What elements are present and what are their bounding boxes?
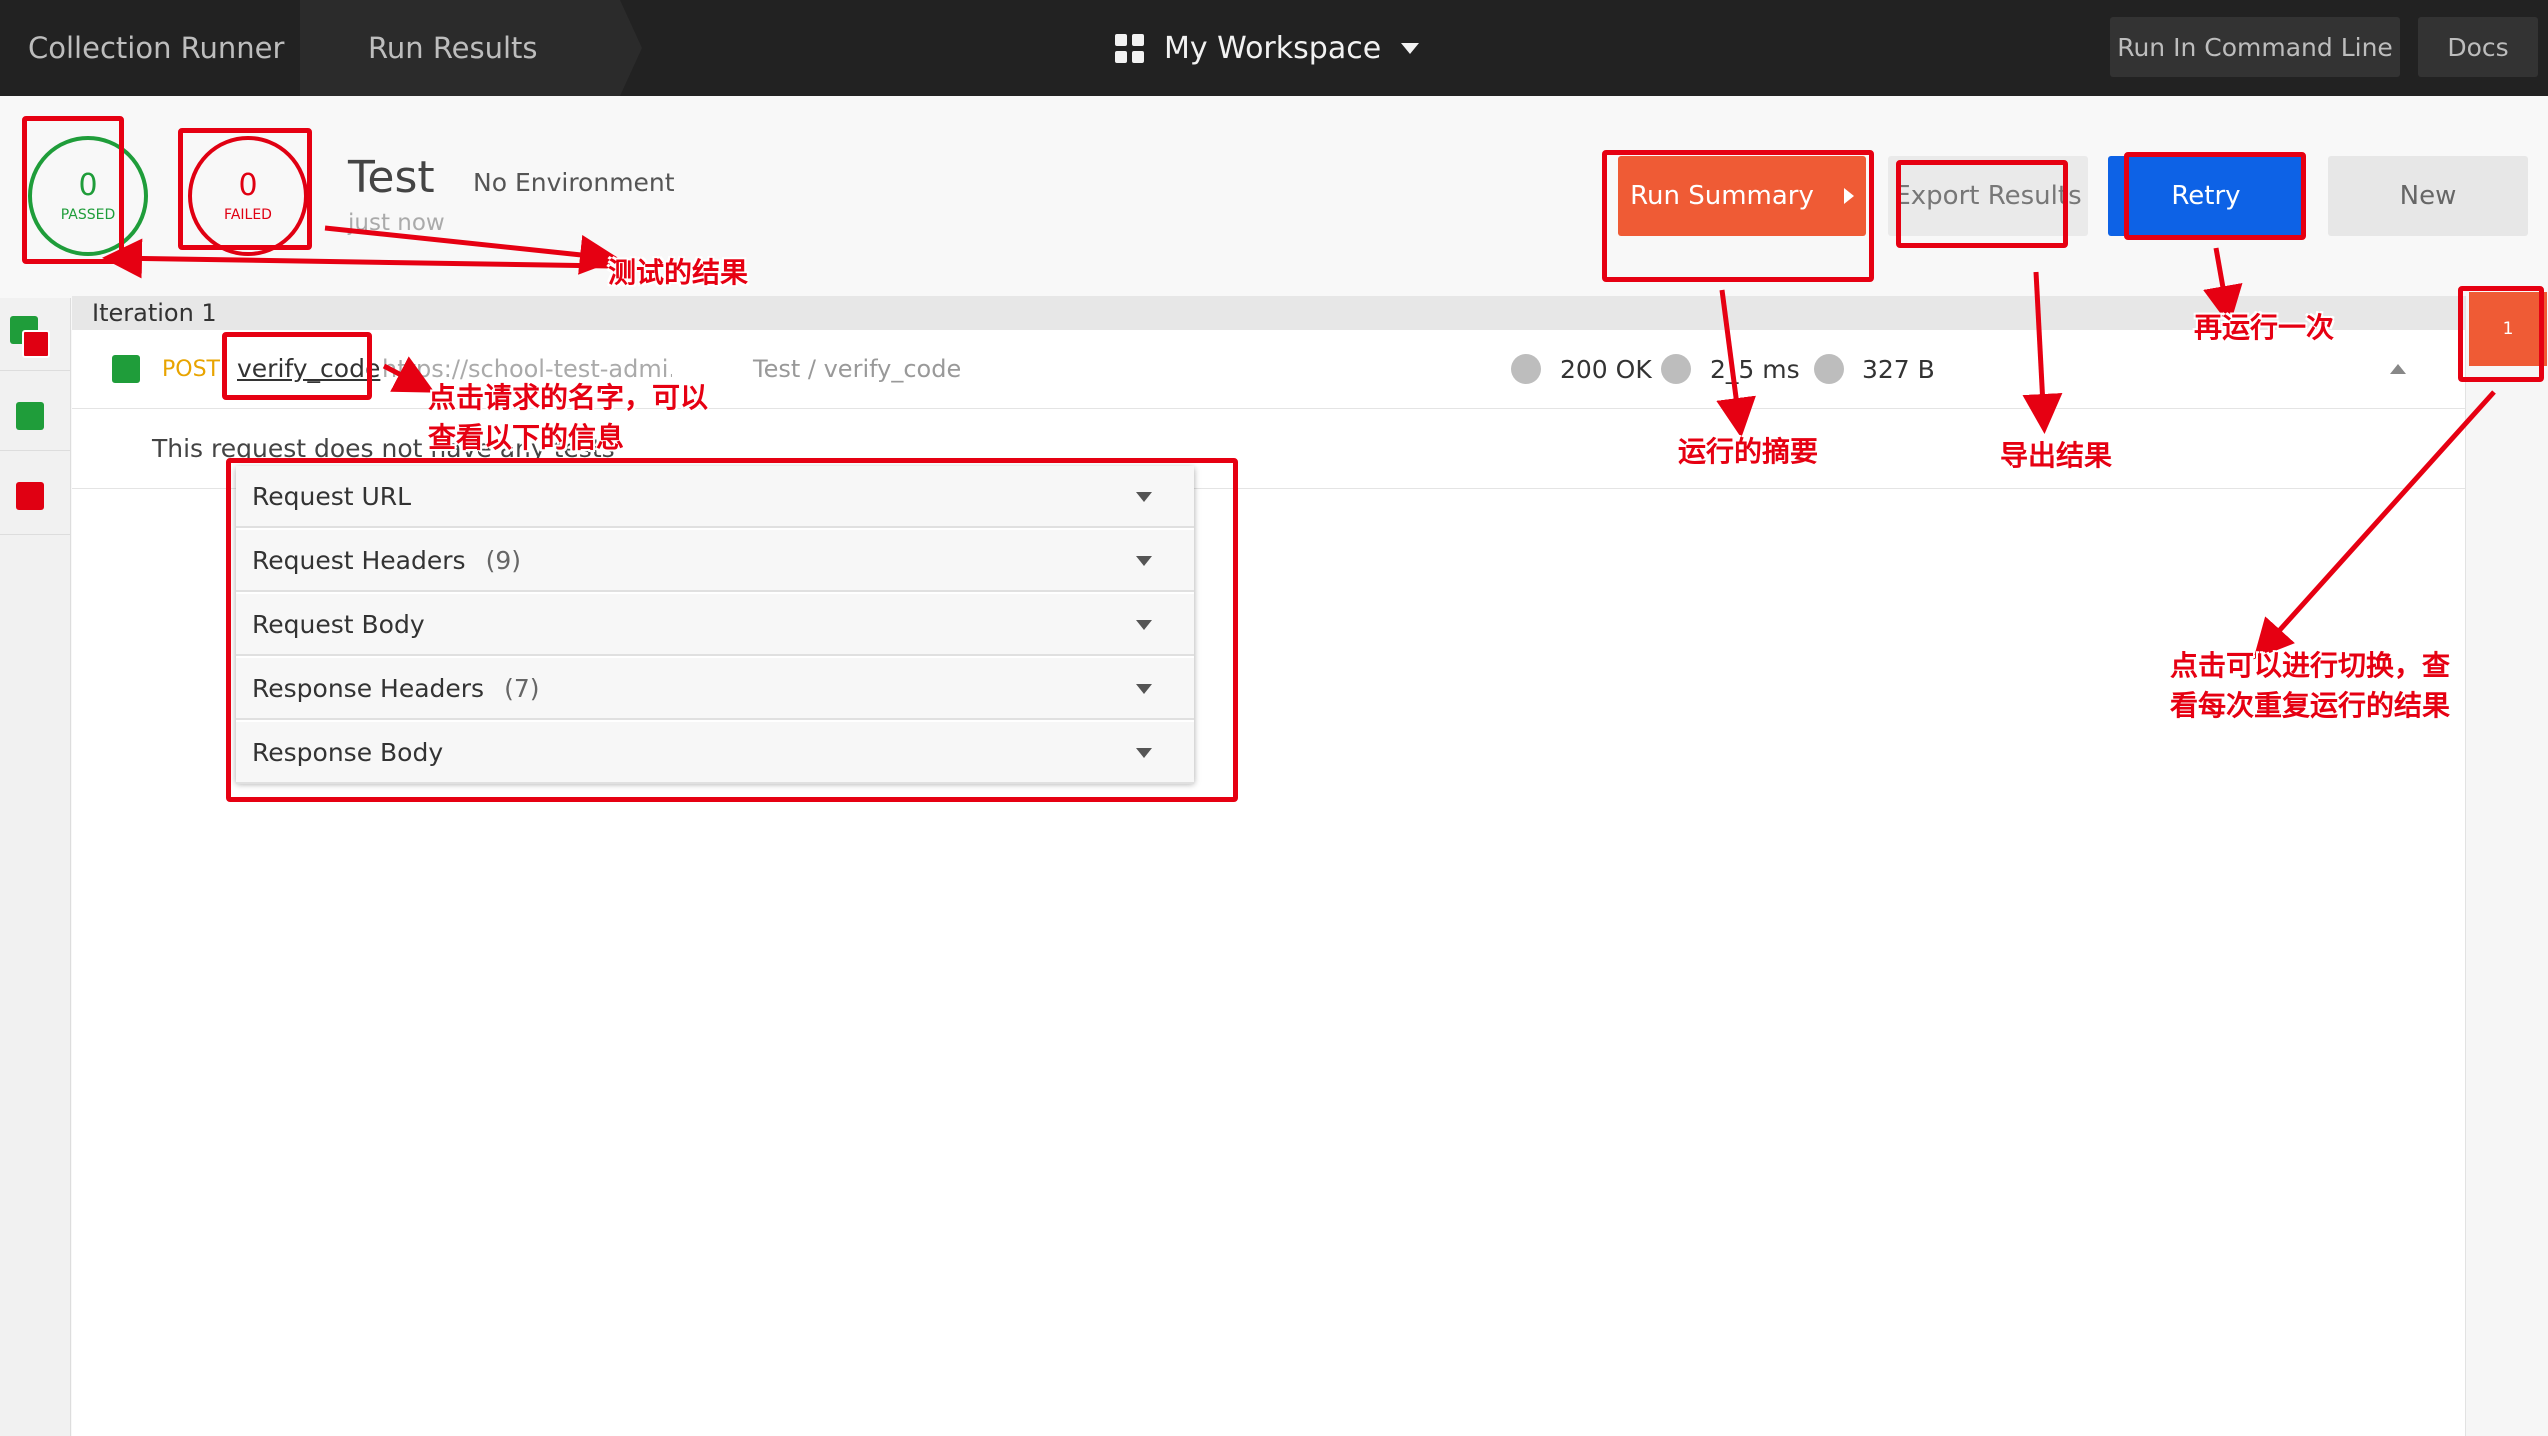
environment-label: No Environment <box>473 168 675 197</box>
annotation-switch: 看每次重复运行的结果 <box>2170 689 2451 722</box>
rail-pass-filter-icon[interactable] <box>16 402 44 430</box>
docs-button[interactable]: Docs <box>2418 17 2538 77</box>
divider <box>0 450 70 451</box>
rail-status-fail-icon <box>22 330 50 358</box>
rail-fail-filter-icon[interactable] <box>16 482 44 510</box>
annotation-box <box>1896 160 2068 248</box>
annotation-click-name: 点击请求的名字，可以 <box>428 381 709 414</box>
annotation-box <box>2458 286 2544 382</box>
annotation-box <box>1602 150 1874 282</box>
annotation-box <box>226 458 1238 802</box>
collection-title: Test <box>348 152 435 203</box>
annotation-run-summary: 运行的摘要 <box>1678 435 1819 468</box>
annotation-box <box>22 116 124 264</box>
annotation-switch: 点击可以进行切换，查 <box>2170 649 2451 682</box>
iteration-rail <box>0 298 71 1436</box>
request-status-icon <box>112 355 140 383</box>
annotation-export: 导出结果 <box>2000 439 2113 472</box>
annotation-click-name: 查看以下的信息 <box>428 421 625 454</box>
tab-collection-runner[interactable]: Collection Runner <box>28 0 284 96</box>
collapse-caret-icon[interactable] <box>2390 364 2406 374</box>
annotation-box <box>222 332 372 400</box>
request-method: POST <box>162 357 220 382</box>
breadcrumb-divider <box>620 0 642 96</box>
divider <box>0 534 70 535</box>
size-dot-icon <box>1814 354 1844 384</box>
new-button[interactable]: New <box>2328 156 2528 236</box>
annotation-retry: 再运行一次 <box>2194 311 2335 344</box>
run-timestamp: just now <box>348 210 445 236</box>
response-time: 2_5 ms <box>1710 355 1800 384</box>
grid-icon <box>1115 33 1144 63</box>
run-in-command-line-button[interactable]: Run In Command Line <box>2110 17 2400 77</box>
status-dot-icon <box>1511 354 1541 384</box>
iteration-tabs-column <box>2465 296 2548 1436</box>
workspace-switcher[interactable]: My Workspace <box>1115 0 1420 96</box>
request-path: Test / verify_code <box>753 355 962 383</box>
workspace-name: My Workspace <box>1164 30 1382 66</box>
response-status: 200 OK <box>1560 355 1652 384</box>
response-size: 327 B <box>1862 355 1935 384</box>
time-dot-icon <box>1661 354 1691 384</box>
annotation-box <box>2124 152 2306 240</box>
annotation-box <box>178 128 312 250</box>
divider <box>0 370 70 371</box>
iteration-header: Iteration 1 <box>72 296 2465 330</box>
tab-run-results[interactable]: Run Results <box>368 0 538 96</box>
annotation-results: 测试的结果 <box>608 256 749 289</box>
chevron-down-icon <box>1401 42 1420 54</box>
